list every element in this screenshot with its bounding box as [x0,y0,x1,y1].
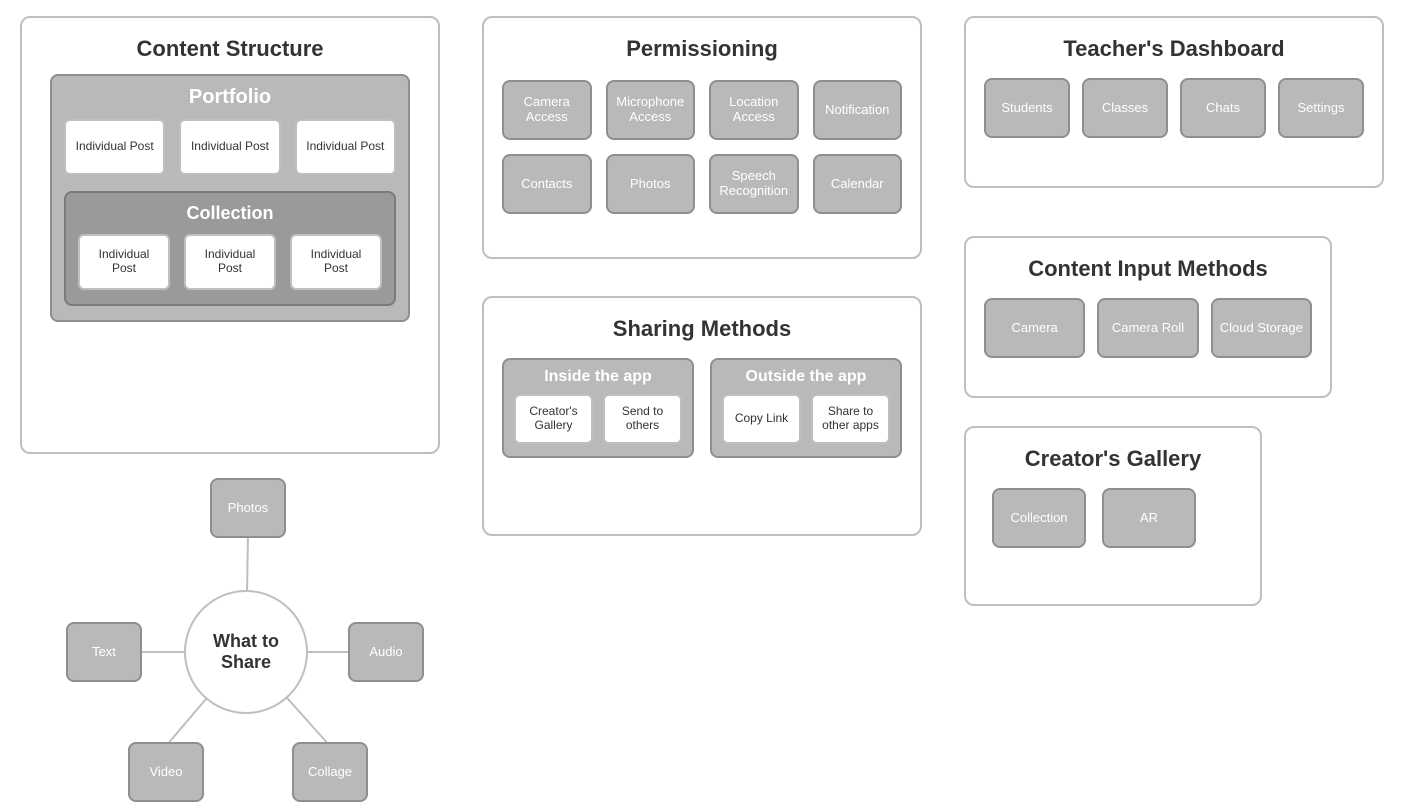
permission-contacts: Contacts [502,154,592,214]
creators-gallery-panel: Creator's Gallery Collection AR [964,426,1262,606]
dashboard-students: Students [984,78,1070,138]
dashboard-settings: Settings [1278,78,1364,138]
permissioning-grid: Camera Access Microphone Access Location… [498,74,906,218]
sharing-inside-group: Inside the app Creator's Gallery Send to… [502,358,694,458]
teachers-dashboard-row: Students Classes Chats Settings [980,74,1368,142]
sharing-outside-row: Copy Link Share to other apps [722,394,890,444]
creators-gallery-title: Creator's Gallery [980,446,1246,472]
sharing-send-to-others: Send to others [603,394,682,444]
portfolio-title: Portfolio [64,86,396,109]
permission-photos: Photos [606,154,696,214]
share-node-photos: Photos [210,478,286,538]
teachers-dashboard-title: Teacher's Dashboard [980,36,1368,62]
individual-post: Individual Post [64,119,165,175]
content-structure-title: Content Structure [36,36,424,62]
content-input-row: Camera Camera Roll Cloud Storage [980,294,1316,362]
sharing-inside-title: Inside the app [514,368,682,386]
sharing-outside-group: Outside the app Copy Link Share to other… [710,358,902,458]
sharing-creators-gallery: Creator's Gallery [514,394,593,444]
permission-location-access: Location Access [709,80,799,140]
what-to-share-center: What to Share [184,590,308,714]
input-camera: Camera [984,298,1085,358]
share-node-text: Text [66,622,142,682]
input-cloud-storage: Cloud Storage [1211,298,1312,358]
dashboard-chats: Chats [1180,78,1266,138]
what-to-share-map: What to Share Photos Text Audio Video Co… [60,474,420,800]
sharing-share-other-apps: Share to other apps [811,394,890,444]
collection-posts-row: Individual Post Individual Post Individu… [78,234,382,290]
collection-title: Collection [78,203,382,224]
portfolio-posts-row: Individual Post Individual Post Individu… [64,119,396,175]
sharing-methods-row: Inside the app Creator's Gallery Send to… [498,354,906,462]
share-node-collage: Collage [292,742,368,802]
gallery-ar: AR [1102,488,1196,548]
permission-calendar: Calendar [813,154,903,214]
permissioning-title: Permissioning [498,36,906,62]
content-input-panel: Content Input Methods Camera Camera Roll… [964,236,1332,398]
creators-gallery-row: Collection AR [980,484,1246,552]
individual-post: Individual Post [184,234,276,290]
permission-camera-access: Camera Access [502,80,592,140]
sharing-inside-row: Creator's Gallery Send to others [514,394,682,444]
input-camera-roll: Camera Roll [1097,298,1198,358]
individual-post: Individual Post [78,234,170,290]
gallery-collection: Collection [992,488,1086,548]
permission-speech-recognition: Speech Recognition [709,154,799,214]
permissioning-panel: Permissioning Camera Access Microphone A… [482,16,922,259]
sharing-copy-link: Copy Link [722,394,801,444]
individual-post: Individual Post [295,119,396,175]
content-input-title: Content Input Methods [980,256,1316,282]
share-node-video: Video [128,742,204,802]
teachers-dashboard-panel: Teacher's Dashboard Students Classes Cha… [964,16,1384,188]
permission-microphone-access: Microphone Access [606,80,696,140]
portfolio-box: Portfolio Individual Post Individual Pos… [50,74,410,322]
individual-post: Individual Post [290,234,382,290]
content-structure-panel: Content Structure Portfolio Individual P… [20,16,440,454]
share-node-audio: Audio [348,622,424,682]
sharing-methods-title: Sharing Methods [498,316,906,342]
sharing-methods-panel: Sharing Methods Inside the app Creator's… [482,296,922,536]
individual-post: Individual Post [179,119,280,175]
sharing-outside-title: Outside the app [722,368,890,386]
collection-box: Collection Individual Post Individual Po… [64,191,396,306]
permission-notification: Notification [813,80,903,140]
dashboard-classes: Classes [1082,78,1168,138]
